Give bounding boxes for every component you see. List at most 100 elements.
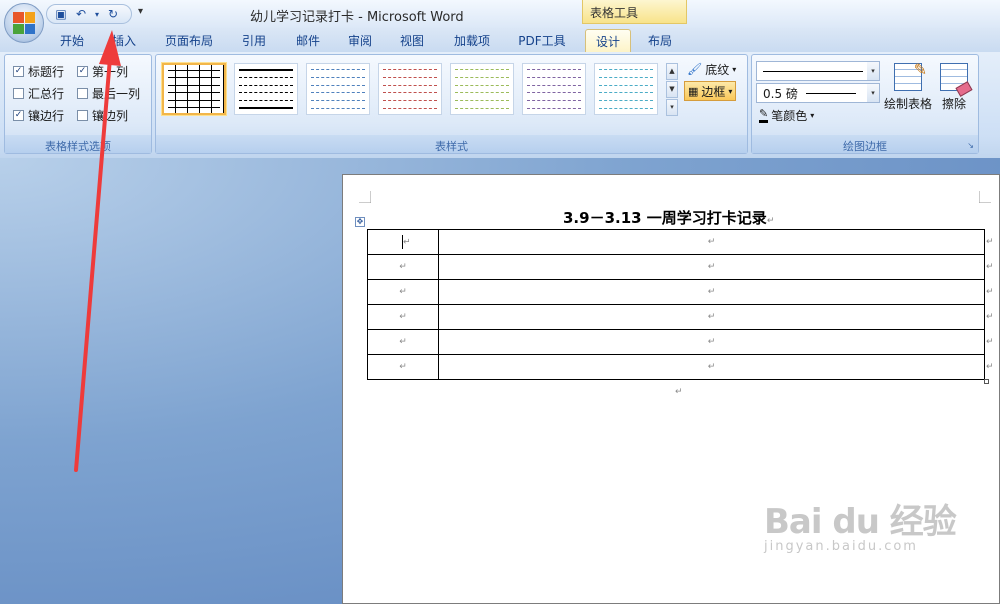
thumbnail-row-line	[383, 100, 437, 102]
table-cell[interactable]: ↵	[367, 304, 439, 330]
line-weight-dropdown[interactable]: 0.5 磅 ▾	[756, 83, 880, 103]
thumbnail-row-line	[455, 107, 509, 109]
option-last-column[interactable]: 最后一列	[77, 85, 140, 102]
thumbnail-row-line	[455, 84, 509, 86]
dialog-launcher-icon[interactable]: ↘	[967, 141, 974, 150]
eraser-button[interactable]: 擦除	[936, 61, 973, 112]
tab-mailings[interactable]: 邮件	[288, 32, 328, 52]
thumbnail-row-line	[311, 107, 365, 109]
tab-design[interactable]: 设计	[585, 29, 631, 53]
table-cell[interactable]: ↵	[367, 254, 439, 280]
chevron-down-icon: ▾	[810, 110, 815, 120]
thumbnail-row-line	[455, 92, 509, 94]
table-row: ↵ ↵	[367, 304, 985, 330]
undo-icon[interactable]: ↶	[73, 7, 89, 21]
option-total-row[interactable]: 汇总行	[13, 85, 64, 102]
thumbnail-row-line	[455, 69, 509, 70]
checkbox[interactable]: ✓	[13, 110, 24, 121]
thumbnail-row-line	[383, 76, 437, 78]
line-style-dropdown[interactable]: ▾	[756, 61, 880, 81]
chevron-down-icon: ▾	[732, 64, 737, 74]
checkbox[interactable]	[77, 110, 88, 121]
table-tools-header: 表格工具	[582, 0, 687, 24]
document-heading[interactable]: 3.9－3.13 一周学习打卡记录↵	[563, 207, 774, 228]
row-end-mark: ↵	[986, 287, 994, 297]
borders-button[interactable]: ▦ 边框 ▾	[684, 81, 737, 101]
option-label: 最后一列	[92, 87, 141, 101]
chevron-down-icon: ▾	[867, 84, 879, 102]
tab-layout[interactable]: 布局	[640, 32, 680, 52]
table-cell[interactable]: ↵	[367, 229, 439, 255]
checkbox[interactable]: ✓	[77, 66, 88, 77]
thumbnail-row-line	[527, 84, 581, 86]
option-header-row[interactable]: ✓ 标题行	[13, 63, 64, 80]
table-cell[interactable]: ↵	[438, 254, 985, 280]
table-cell[interactable]: ↵	[438, 304, 985, 330]
thumbnail-row-line	[239, 84, 293, 86]
checkbox[interactable]: ✓	[13, 66, 24, 77]
thumbnail-row-line	[599, 84, 653, 86]
tab-pdf-tools[interactable]: PDF工具	[512, 32, 572, 52]
chevron-down-icon: ▾	[867, 62, 879, 80]
thumbnail-row-line	[311, 92, 365, 94]
customize-qat-button[interactable]: ▾	[138, 6, 143, 17]
option-first-column[interactable]: ✓ 第一列	[77, 63, 128, 80]
table-move-handle-icon[interactable]: ✥	[355, 217, 365, 227]
table-style-thumbnail[interactable]	[306, 63, 370, 115]
checkbox[interactable]	[77, 88, 88, 99]
tab-review[interactable]: 审阅	[340, 32, 380, 52]
pen-color-button[interactable]: ✎ 笔颜色 ▾	[756, 105, 817, 125]
thumbnail-row-line	[527, 100, 581, 102]
gallery-more-icon[interactable]: ▾	[666, 99, 678, 116]
shading-icon: 🖌	[687, 62, 703, 76]
redo-icon[interactable]: ↻	[105, 7, 121, 21]
table-cell[interactable]: ↵	[367, 329, 439, 355]
table-row: ↵ ↵	[367, 279, 985, 305]
thumbnail-row-line	[527, 76, 581, 78]
thumbnail-row-line	[527, 92, 581, 94]
table-cell[interactable]: ↵	[438, 229, 985, 255]
chevron-down-icon: ▾	[728, 86, 733, 96]
thumbnail-row-line	[168, 70, 220, 71]
dropdown-icon[interactable]: ▾	[93, 10, 101, 19]
table-style-thumbnail[interactable]	[522, 63, 586, 115]
tab-view[interactable]: 视图	[392, 32, 432, 52]
option-banded-columns[interactable]: 镶边列	[77, 107, 128, 124]
thumbnail-row-line	[527, 107, 581, 109]
tab-insert[interactable]: 插入	[104, 32, 144, 52]
tab-addins[interactable]: 加载项	[446, 32, 498, 52]
paragraph-mark: ↵	[675, 387, 683, 397]
table-style-thumbnail[interactable]	[162, 63, 226, 115]
save-icon[interactable]: ▣	[53, 7, 69, 21]
table-cell[interactable]: ↵	[367, 279, 439, 305]
table-style-thumbnail[interactable]	[450, 63, 514, 115]
table-cell[interactable]: ↵	[438, 354, 985, 380]
document-table[interactable]: ↵ ↵ ↵ ↵ ↵ ↵ ↵ ↵ ↵ ↵ ↵ ↵	[367, 229, 985, 380]
tab-references[interactable]: 引用	[234, 32, 274, 52]
table-cell[interactable]: ↵	[367, 354, 439, 380]
draw-table-button[interactable]: ✎ 绘制表格	[882, 60, 934, 112]
thumbnail-row-line	[383, 107, 437, 109]
table-resize-handle[interactable]	[984, 379, 989, 384]
table-style-thumbnail[interactable]	[594, 63, 658, 115]
office-button[interactable]	[4, 3, 44, 43]
table-cell[interactable]: ↵	[438, 329, 985, 355]
table-cell[interactable]: ↵	[438, 279, 985, 305]
line-weight-preview	[805, 92, 856, 94]
margin-mark-top-left	[359, 191, 371, 203]
gallery-up-icon[interactable]: ▲	[666, 63, 678, 80]
option-label: 镶边行	[28, 109, 65, 123]
checkbox[interactable]	[13, 88, 24, 99]
thumbnail-row-line	[383, 69, 437, 70]
shading-button[interactable]: 🖌 底纹 ▾	[684, 59, 739, 79]
group-table-style-options: ✓ 标题行 ✓ 第一列 汇总行 最后一列 ✓ 镶边行 镶边列 表格样式选项	[4, 54, 152, 154]
tab-page-layout[interactable]: 页面布局	[160, 32, 218, 52]
thumbnail-row-line	[599, 76, 653, 78]
row-end-mark: ↵	[986, 362, 994, 372]
table-style-thumbnail[interactable]	[234, 63, 298, 115]
option-banded-rows[interactable]: ✓ 镶边行	[13, 107, 64, 124]
tab-home[interactable]: 开始	[52, 32, 92, 52]
thumbnail-row-line	[239, 106, 293, 109]
table-style-thumbnail[interactable]	[378, 63, 442, 115]
gallery-down-icon[interactable]: ▼	[666, 81, 678, 98]
